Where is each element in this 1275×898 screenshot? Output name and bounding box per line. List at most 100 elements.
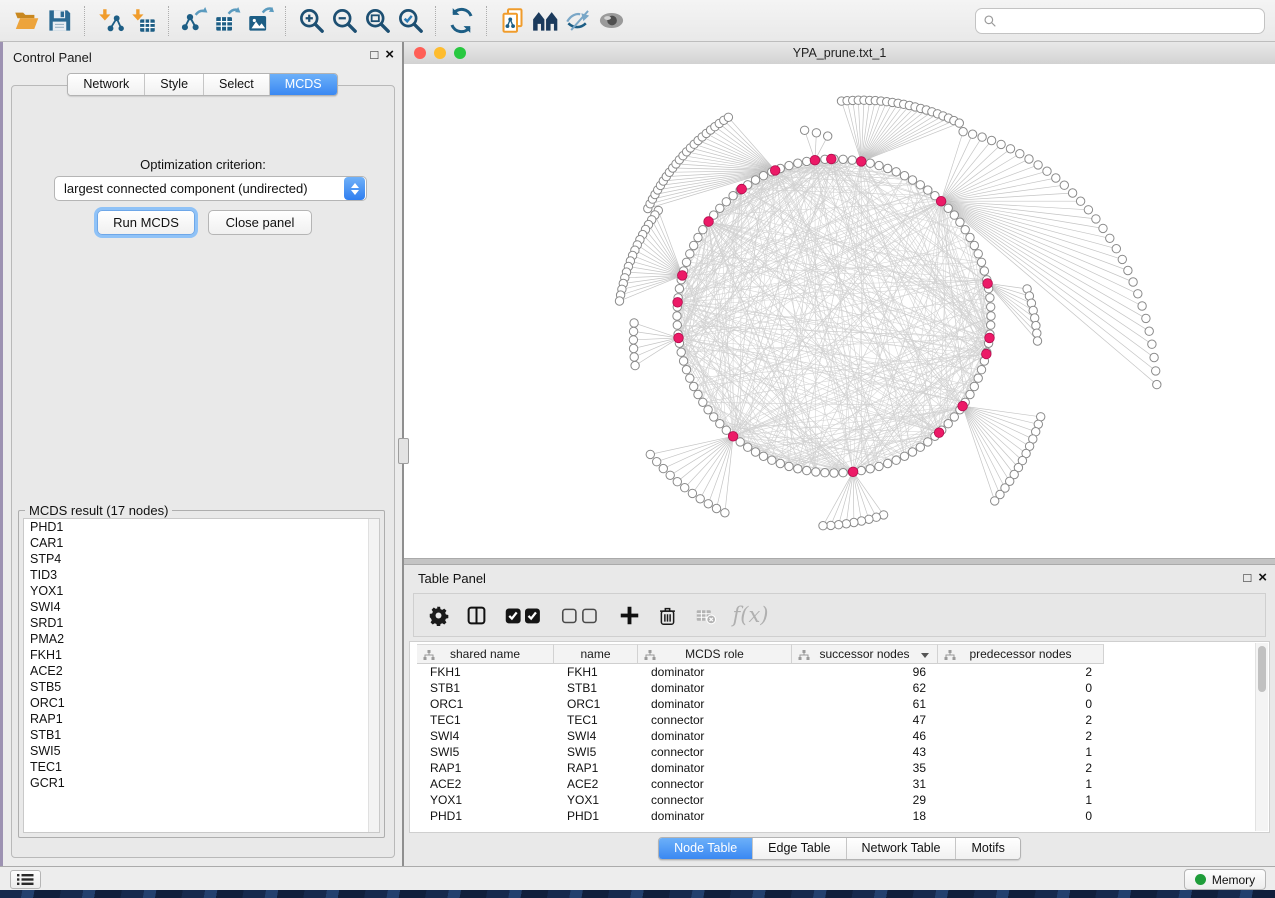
horizontal-splitter[interactable] xyxy=(404,558,1275,565)
import-table-button[interactable] xyxy=(127,4,160,38)
hide-graphics-details-button[interactable] xyxy=(562,4,595,38)
zoom-out-button[interactable] xyxy=(328,4,361,38)
column-header-shared-name[interactable]: shared name xyxy=(417,644,554,664)
table-row[interactable]: FKH1FKH1dominator962 xyxy=(417,664,1255,680)
table-row[interactable]: SWI5SWI5connector431 xyxy=(417,744,1255,760)
import-network-button[interactable] xyxy=(94,4,127,38)
tab-node-table[interactable]: Node Table xyxy=(659,838,753,859)
sort-desc-icon[interactable] xyxy=(921,653,929,658)
mcds-result-item[interactable]: ACE2 xyxy=(24,663,379,679)
close-table-panel-icon[interactable]: × xyxy=(1258,571,1267,585)
mcds-result-item[interactable]: STB1 xyxy=(24,727,379,743)
mcds-result-item[interactable]: SWI5 xyxy=(24,743,379,759)
tab-network-table[interactable]: Network Table xyxy=(847,838,957,859)
column-header-successor-nodes[interactable]: successor nodes xyxy=(792,644,938,664)
table-row[interactable]: ACE2ACE2connector311 xyxy=(417,776,1255,792)
column-header-predecessor-nodes[interactable]: predecessor nodes xyxy=(938,644,1104,664)
zoom-selected-button[interactable] xyxy=(394,4,427,38)
delete-table-icon xyxy=(695,605,716,626)
memory-button[interactable]: Memory xyxy=(1184,869,1266,890)
table-cell: YOX1 xyxy=(554,792,638,808)
mcds-result-item[interactable]: TEC1 xyxy=(24,759,379,775)
mcds-result-title: MCDS result (17 nodes) xyxy=(25,503,172,518)
add-row-button[interactable] xyxy=(619,600,640,630)
table-row[interactable]: YOX1YOX1connector291 xyxy=(417,792,1255,808)
table-row[interactable]: TEC1TEC1connector472 xyxy=(417,712,1255,728)
show-graphics-details-icon xyxy=(598,7,625,34)
tab-motifs[interactable]: Motifs xyxy=(956,838,1019,859)
mcds-result-item[interactable]: TID3 xyxy=(24,567,379,583)
export-network-button[interactable] xyxy=(178,4,211,38)
run-mcds-button[interactable]: Run MCDS xyxy=(97,210,195,235)
task-history-button[interactable] xyxy=(10,870,41,889)
tab-style[interactable]: Style xyxy=(145,74,204,95)
search-input[interactable] xyxy=(1003,13,1257,29)
tab-network[interactable]: Network xyxy=(68,74,145,95)
mcds-result-item[interactable]: SRD1 xyxy=(24,615,379,631)
dropdown-stepper-icon xyxy=(344,177,365,200)
network-window-titlebar[interactable]: YPA_prune.txt_1 xyxy=(404,42,1275,65)
mcds-result-item[interactable]: FKH1 xyxy=(24,647,379,663)
duplicate-network-button[interactable] xyxy=(496,4,529,38)
network-canvas[interactable] xyxy=(404,64,1275,558)
open-file-button[interactable] xyxy=(10,4,43,38)
table-cell: dominator xyxy=(638,760,792,776)
zoom-fit-button[interactable] xyxy=(361,4,394,38)
float-table-panel-icon[interactable]: □ xyxy=(1243,571,1251,585)
tab-mcds[interactable]: MCDS xyxy=(270,74,337,95)
table-scrollbar[interactable] xyxy=(1255,643,1268,831)
table-row[interactable]: PHD1PHD1dominator180 xyxy=(417,808,1255,824)
delete-row-button[interactable] xyxy=(657,600,678,630)
function-builder-button[interactable]: f(x) xyxy=(733,600,769,630)
mcds-result-item[interactable]: CAR1 xyxy=(24,535,379,551)
splitter-handle[interactable] xyxy=(398,438,409,464)
save-session-button[interactable] xyxy=(43,4,76,38)
column-header-MCDS-role[interactable]: MCDS role xyxy=(638,644,792,664)
memory-label: Memory xyxy=(1212,873,1255,887)
table-row[interactable]: SWI4SWI4dominator462 xyxy=(417,728,1255,744)
close-panel-button[interactable]: Close panel xyxy=(208,210,312,235)
export-table-button[interactable] xyxy=(211,4,244,38)
refresh-view-button[interactable] xyxy=(445,4,478,38)
network-nodes[interactable] xyxy=(615,96,1161,530)
close-panel-icon[interactable]: × xyxy=(385,48,394,62)
column-header-name[interactable]: name xyxy=(554,644,638,664)
mcds-result-item[interactable]: PHD1 xyxy=(24,519,379,535)
delete-table-button[interactable] xyxy=(695,600,716,630)
network-graph[interactable] xyxy=(404,64,1275,558)
tab-select[interactable]: Select xyxy=(204,74,270,95)
table-cell: YOX1 xyxy=(417,792,554,808)
column-settings-button[interactable] xyxy=(428,600,449,630)
control-panel-header: Control Panel □ × xyxy=(3,42,402,70)
mcds-result-item[interactable]: GCR1 xyxy=(24,775,379,791)
mcds-result-list[interactable]: PHD1CAR1STP4TID3YOX1SWI4SRD1PMA2FKH1ACE2… xyxy=(23,518,380,833)
table-scrollbar-thumb[interactable] xyxy=(1258,646,1266,692)
search-box[interactable] xyxy=(975,8,1265,34)
toolbar-separator xyxy=(486,6,488,36)
tab-edge-table[interactable]: Edge Table xyxy=(753,838,846,859)
table-row[interactable]: ORC1ORC1dominator610 xyxy=(417,696,1255,712)
search-overview-button[interactable] xyxy=(529,4,562,38)
criterion-dropdown[interactable]: largest connected component (undirected) xyxy=(54,176,367,201)
mcds-result-item[interactable]: STB5 xyxy=(24,679,379,695)
mcds-result-item[interactable]: PMA2 xyxy=(24,631,379,647)
show-graphics-details-button[interactable] xyxy=(595,4,628,38)
zoom-in-button[interactable] xyxy=(295,4,328,38)
search-icon xyxy=(983,14,997,28)
mcds-result-item[interactable]: SWI4 xyxy=(24,599,379,615)
table-cell: 18 xyxy=(792,808,938,824)
mcds-list-scrollbar[interactable] xyxy=(368,519,379,832)
table-rows: FKH1FKH1dominator962STB1STB1dominator620… xyxy=(417,664,1255,824)
table-row[interactable]: STB1STB1dominator620 xyxy=(417,680,1255,696)
mcds-result-item[interactable]: ORC1 xyxy=(24,695,379,711)
column-header-label: predecessor nodes xyxy=(969,647,1071,661)
select-all-checks-button[interactable] xyxy=(504,600,544,630)
mcds-result-item[interactable]: RAP1 xyxy=(24,711,379,727)
export-image-button[interactable] xyxy=(244,4,277,38)
mcds-result-item[interactable]: YOX1 xyxy=(24,583,379,599)
float-panel-icon[interactable]: □ xyxy=(370,48,378,62)
clear-all-checks-button[interactable] xyxy=(561,600,601,630)
table-row[interactable]: RAP1RAP1dominator352 xyxy=(417,760,1255,776)
mcds-result-item[interactable]: STP4 xyxy=(24,551,379,567)
column-layout-button[interactable] xyxy=(466,600,487,630)
